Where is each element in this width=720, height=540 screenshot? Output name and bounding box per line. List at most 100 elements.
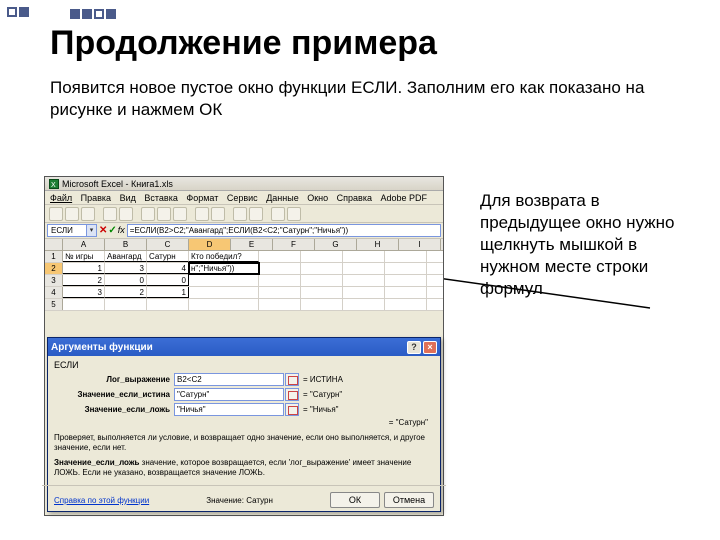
toolbar-sort-desc-icon[interactable] <box>249 207 263 221</box>
cell-e1[interactable] <box>259 251 301 262</box>
cell-b3[interactable]: 0 <box>105 275 147 286</box>
toolbar-undo-icon[interactable] <box>195 207 209 221</box>
cell-f5[interactable] <box>301 299 343 310</box>
cell-g5[interactable] <box>343 299 385 310</box>
toolbar-preview-icon[interactable] <box>119 207 133 221</box>
cell-c2[interactable]: 4 <box>147 263 189 274</box>
cell-h2[interactable] <box>385 263 427 274</box>
cell-f1[interactable] <box>301 251 343 262</box>
cell-e5[interactable] <box>259 299 301 310</box>
col-header-e[interactable]: E <box>231 239 273 250</box>
cell-b2[interactable]: 3 <box>105 263 147 274</box>
cancel-formula-icon[interactable]: ✕ <box>99 225 107 236</box>
dialog-help-link[interactable]: Справка по этой функции <box>54 496 149 505</box>
cell-g4[interactable] <box>343 287 385 298</box>
row-header-1[interactable]: 1 <box>45 251 63 262</box>
ok-button[interactable]: ОК <box>330 492 380 508</box>
cell-h3[interactable] <box>385 275 427 286</box>
toolbar-sort-asc-icon[interactable] <box>233 207 247 221</box>
cell-a2[interactable]: 1 <box>63 263 105 274</box>
col-header-b[interactable]: B <box>105 239 147 250</box>
cell-h5[interactable] <box>385 299 427 310</box>
col-header-c[interactable]: C <box>147 239 189 250</box>
menu-view[interactable]: Вид <box>120 193 136 203</box>
cell-a4[interactable]: 3 <box>63 287 105 298</box>
arg-input-1[interactable]: "Сатурн" <box>174 388 284 401</box>
menu-tools[interactable]: Сервис <box>227 193 258 203</box>
cell-f3[interactable] <box>301 275 343 286</box>
menu-adobe[interactable]: Adobe PDF <box>381 193 428 203</box>
row-header-4[interactable]: 4 <box>45 287 63 298</box>
cell-h1[interactable] <box>385 251 427 262</box>
col-header-i[interactable]: I <box>399 239 441 250</box>
col-header-a[interactable]: A <box>63 239 105 250</box>
col-header-f[interactable]: F <box>273 239 315 250</box>
cell-c5[interactable] <box>147 299 189 310</box>
cell-f4[interactable] <box>301 287 343 298</box>
grid-row-2: 2 1 3 4 н";"Ничья")) <box>45 263 443 275</box>
col-header-h[interactable]: H <box>357 239 399 250</box>
col-header-g[interactable]: G <box>315 239 357 250</box>
dialog-close-icon[interactable]: × <box>423 341 437 354</box>
cell-e3[interactable] <box>259 275 301 286</box>
menu-help[interactable]: Справка <box>337 193 372 203</box>
cell-d5[interactable] <box>189 299 259 310</box>
toolbar-cut-icon[interactable] <box>141 207 155 221</box>
cell-e4[interactable] <box>259 287 301 298</box>
cancel-button[interactable]: Отмена <box>384 492 434 508</box>
cell-c1[interactable]: Сатурн <box>147 251 189 262</box>
toolbar-redo-icon[interactable] <box>211 207 225 221</box>
menu-data[interactable]: Данные <box>266 193 299 203</box>
menu-window[interactable]: Окно <box>307 193 328 203</box>
cell-c4[interactable]: 1 <box>147 287 189 298</box>
cell-e2[interactable] <box>259 263 301 274</box>
cell-d3[interactable] <box>189 275 259 286</box>
cell-a3[interactable]: 2 <box>63 275 105 286</box>
menu-insert[interactable]: Вставка <box>144 193 177 203</box>
cell-a5[interactable] <box>63 299 105 310</box>
menu-format[interactable]: Формат <box>186 193 218 203</box>
row-header-5[interactable]: 5 <box>45 299 63 310</box>
toolbar-sum-icon[interactable] <box>271 207 285 221</box>
cell-d2[interactable]: н";"Ничья")) <box>189 263 259 274</box>
toolbar-new-icon[interactable] <box>49 207 63 221</box>
select-all-corner[interactable] <box>45 239 63 250</box>
cell-c3[interactable]: 0 <box>147 275 189 286</box>
row-header-2[interactable]: 2 <box>45 263 63 274</box>
cell-g1[interactable] <box>343 251 385 262</box>
toolbar-paste-icon[interactable] <box>173 207 187 221</box>
name-box-dropdown-icon[interactable]: ▾ <box>86 225 96 236</box>
col-header-d[interactable]: D <box>189 239 231 250</box>
formula-input[interactable]: =ЕСЛИ(B2>C2;"Авангард";ЕСЛИ(B2<C2;"Сатур… <box>127 224 441 237</box>
dialog-body: ЕСЛИ Лог_выражение B2<C2 = ИСТИНА Значен… <box>48 356 440 481</box>
cell-g2[interactable] <box>343 263 385 274</box>
arg-refedit-icon-0[interactable] <box>285 373 299 386</box>
fx-icon[interactable]: fx <box>118 225 125 236</box>
toolbar-print-icon[interactable] <box>103 207 117 221</box>
name-box[interactable]: ЕСЛИ ▾ <box>47 224 97 237</box>
cell-d1[interactable]: Кто победил? <box>189 251 259 262</box>
cell-b5[interactable] <box>105 299 147 310</box>
menu-file[interactable]: Файл <box>50 193 72 203</box>
toolbar-chart-icon[interactable] <box>287 207 301 221</box>
cell-f2[interactable] <box>301 263 343 274</box>
menu-edit[interactable]: Правка <box>81 193 111 203</box>
arg-refedit-icon-2[interactable] <box>285 403 299 416</box>
cell-b1[interactable]: Авангард <box>105 251 147 262</box>
cell-d4[interactable] <box>189 287 259 298</box>
slide-decoration <box>6 6 117 26</box>
dialog-help-icon[interactable]: ? <box>407 341 421 354</box>
row-header-3[interactable]: 3 <box>45 275 63 286</box>
arg-input-0[interactable]: B2<C2 <box>174 373 284 386</box>
toolbar-copy-icon[interactable] <box>157 207 171 221</box>
cell-b4[interactable]: 2 <box>105 287 147 298</box>
cell-g3[interactable] <box>343 275 385 286</box>
toolbar-save-icon[interactable] <box>81 207 95 221</box>
dialog-titlebar[interactable]: Аргументы функции ? × <box>48 338 440 356</box>
cell-h4[interactable] <box>385 287 427 298</box>
arg-input-2[interactable]: "Ничья" <box>174 403 284 416</box>
toolbar-open-icon[interactable] <box>65 207 79 221</box>
cell-a1[interactable]: № игры <box>63 251 105 262</box>
accept-formula-icon[interactable]: ✓ <box>108 225 116 236</box>
arg-refedit-icon-1[interactable] <box>285 388 299 401</box>
